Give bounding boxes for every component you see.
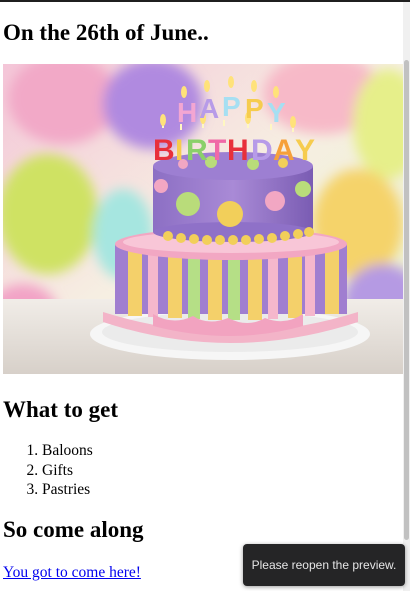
- preview-page: On the 26th of June.. H A P P Y B I R T …: [0, 2, 403, 591]
- svg-text:Y: Y: [295, 134, 315, 167]
- svg-text:I: I: [175, 134, 183, 167]
- svg-text:Y: Y: [267, 97, 286, 128]
- list-item: Gifts: [42, 461, 93, 481]
- svg-text:H: H: [177, 97, 197, 128]
- svg-text:P: P: [245, 93, 264, 124]
- items-list: Baloons Gifts Pastries: [0, 441, 93, 500]
- svg-text:D: D: [251, 134, 273, 167]
- scrollbar-thumb[interactable]: [404, 60, 409, 540]
- svg-text:P: P: [222, 91, 241, 122]
- svg-text:A: A: [273, 134, 295, 167]
- svg-text:R: R: [186, 134, 208, 167]
- list-item: Pastries: [42, 480, 93, 500]
- section-heading-what-to-get: What to get: [3, 397, 118, 422]
- page-title: On the 26th of June..: [3, 20, 209, 45]
- birthday-cake-image: H A P P Y B I R T H D A Y: [3, 64, 403, 374]
- list-item: Baloons: [42, 441, 93, 461]
- svg-text:A: A: [199, 93, 219, 124]
- svg-text:B: B: [153, 134, 175, 167]
- section-heading-so-come-along: So come along: [3, 517, 144, 542]
- svg-text:H: H: [227, 134, 249, 167]
- svg-text:T: T: [208, 134, 226, 167]
- come-here-link[interactable]: You got to come here!: [3, 563, 141, 583]
- toast-message: Please reopen the preview.: [251, 558, 397, 572]
- preview-notification-toast: Please reopen the preview.: [243, 544, 405, 586]
